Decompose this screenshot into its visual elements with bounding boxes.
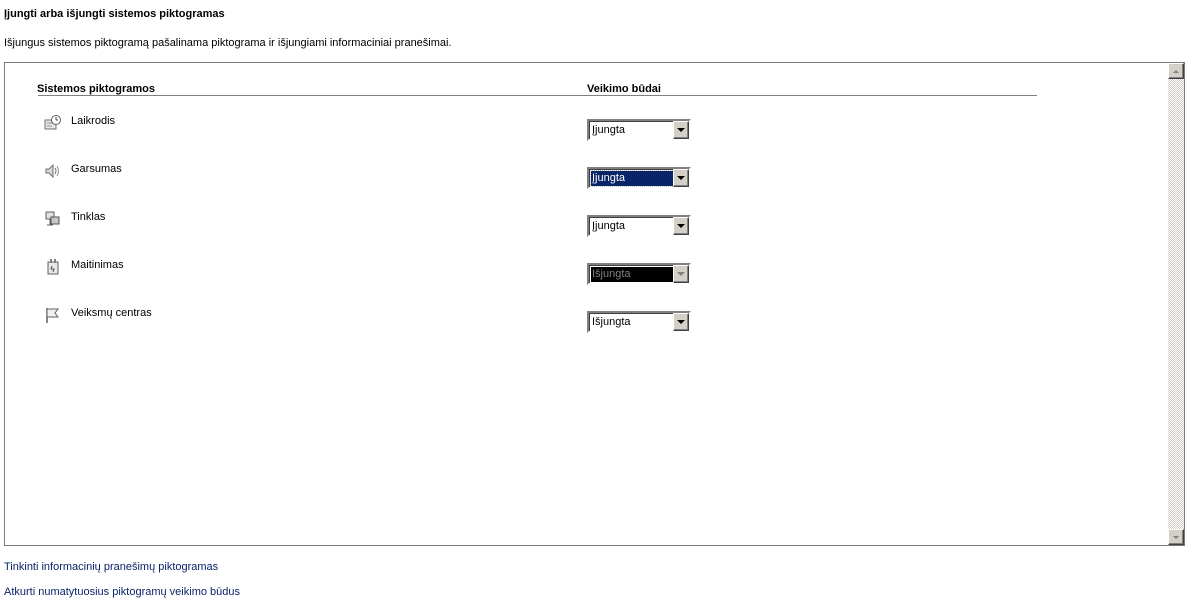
chevron-down-icon [677, 272, 685, 276]
system-icons-list: Sistemos piktogramos Veikimo būdai Laikr… [4, 62, 1185, 546]
scroll-up-button[interactable] [1168, 63, 1184, 79]
behavior-select-value: Įjungta [590, 170, 675, 187]
list-item-volume: Garsumas Įjungta [5, 161, 1165, 191]
arrow-down-icon [1173, 535, 1179, 539]
chevron-down-icon [677, 176, 685, 180]
chevron-down-icon [677, 320, 685, 324]
volume-icon [43, 161, 63, 181]
behavior-select-clock[interactable]: Įjungta [587, 119, 691, 141]
dropdown-button [673, 265, 689, 283]
page-title: Įjungti arba išjungti sistemos piktogram… [4, 8, 225, 20]
dropdown-button[interactable] [673, 169, 689, 187]
behavior-select-value: Išjungta [592, 316, 631, 328]
customize-notification-icons-link[interactable]: Tinkinti informacinių pranešimų piktogra… [4, 561, 218, 573]
list-item-label: Garsumas [71, 163, 122, 175]
header-divider [38, 95, 1037, 96]
vertical-scrollbar[interactable] [1168, 63, 1184, 545]
column-header-behaviors: Veikimo būdai [587, 83, 661, 95]
scroll-down-button[interactable] [1168, 529, 1184, 545]
dropdown-button[interactable] [673, 121, 689, 139]
clock-icon [43, 113, 63, 133]
list-item-clock: Laikrodis Įjungta [5, 113, 1165, 143]
list-item-power: Maitinimas Išjungta [5, 257, 1165, 287]
behavior-select-value: Įjungta [592, 124, 626, 136]
column-header-icons: Sistemos piktogramos [37, 83, 155, 95]
page-description: Išjungus sistemos piktogramą pašalinama … [4, 37, 452, 49]
arrow-up-icon [1173, 69, 1179, 73]
list-item-network: Tinklas Įjungta [5, 209, 1165, 239]
network-icon [43, 209, 63, 229]
behavior-select-volume[interactable]: Įjungta [587, 167, 691, 189]
dropdown-button[interactable] [673, 217, 689, 235]
list-item-label: Maitinimas [71, 259, 124, 271]
behavior-select-action-center[interactable]: Išjungta [587, 311, 691, 333]
list-item-action-center: Veiksmų centras Išjungta [5, 305, 1165, 335]
power-icon [43, 257, 63, 277]
restore-default-behaviors-link[interactable]: Atkurti numatytuosius piktogramų veikimo… [4, 586, 240, 598]
list-item-label: Tinklas [71, 211, 106, 223]
behavior-select-value: Įjungta [592, 220, 626, 232]
list-item-label: Veiksmų centras [71, 307, 152, 319]
list-item-label: Laikrodis [71, 115, 116, 127]
chevron-down-icon [677, 224, 685, 228]
behavior-select-network[interactable]: Įjungta [587, 215, 691, 237]
behavior-select-power: Išjungta [587, 263, 691, 285]
dropdown-button[interactable] [673, 313, 689, 331]
flag-icon [43, 305, 63, 325]
behavior-select-value: Išjungta [591, 267, 674, 282]
chevron-down-icon [677, 128, 685, 132]
